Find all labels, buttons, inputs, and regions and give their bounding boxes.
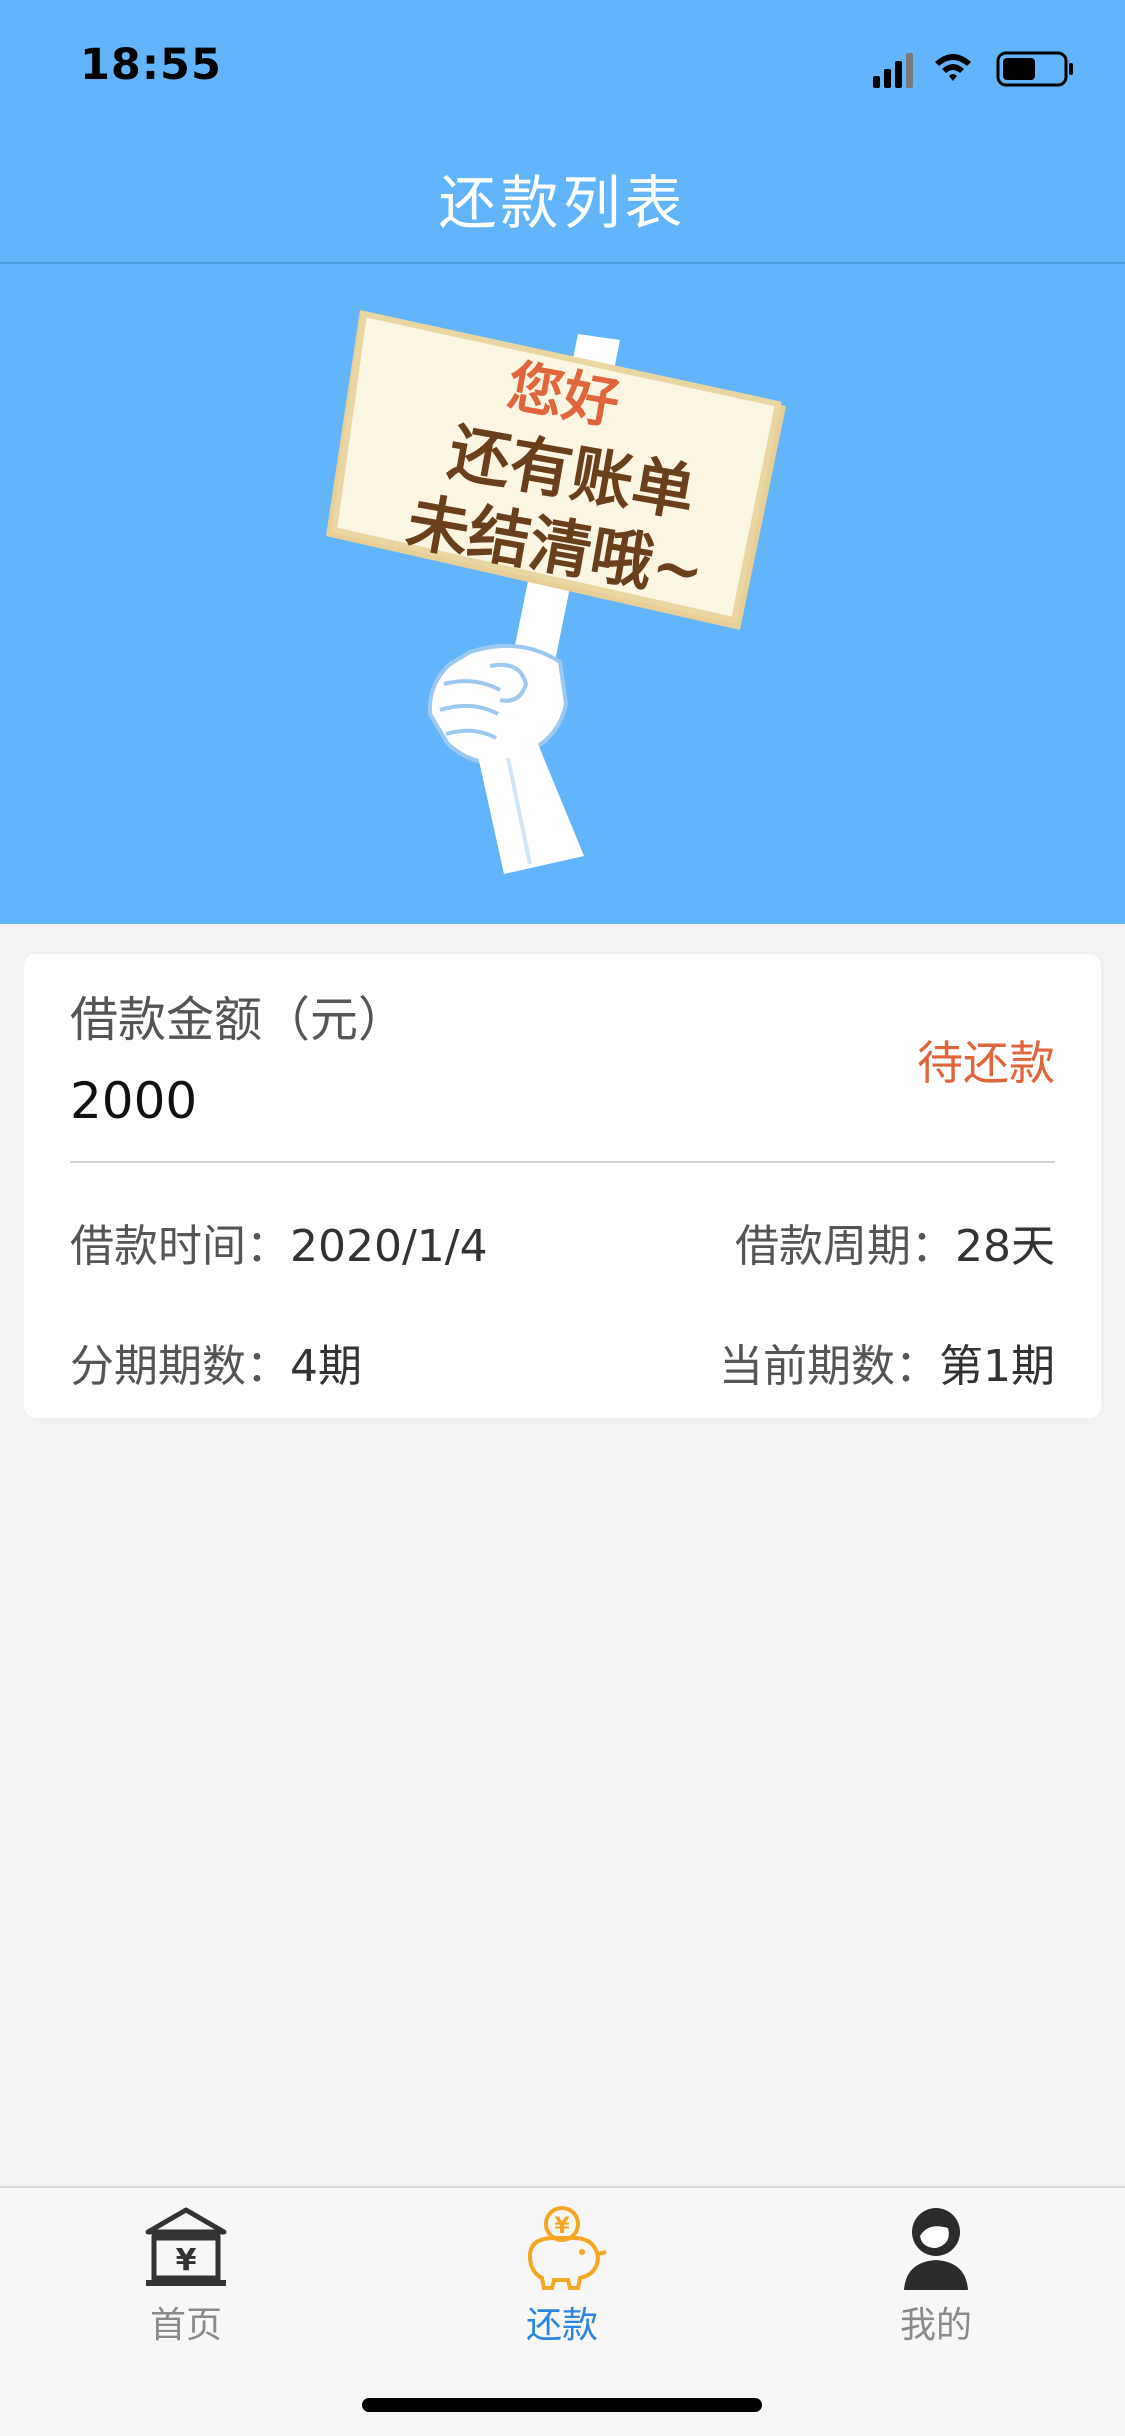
status-badge: 待还款 <box>917 1036 1055 1090</box>
installments: 分期期数：4期 <box>70 1330 362 1394</box>
svg-text:¥: ¥ <box>554 2214 570 2239</box>
piggy-bank-icon: ¥ <box>527 2206 607 2290</box>
amount-value: 2000 <box>70 1072 198 1130</box>
signal-icon <box>873 53 913 88</box>
installments-label: 分期期数： <box>70 1341 290 1392</box>
loan-time-label: 借款时间： <box>70 1221 290 1272</box>
loan-time: 借款时间：2020/1/4 <box>70 1210 488 1274</box>
loan-period-label: 借款周期： <box>735 1221 955 1272</box>
loan-period-value: 28天 <box>955 1221 1055 1272</box>
page-title: 还款列表 <box>438 169 687 237</box>
tab-mine[interactable]: 我的 <box>816 2202 1056 2352</box>
bank-yuan-icon: ¥ <box>145 2207 227 2286</box>
battery-icon <box>996 51 1073 87</box>
status-bar: 18:55 <box>0 0 1125 132</box>
tab-home[interactable]: ¥ 首页 <box>66 2202 306 2352</box>
tab-repay[interactable]: ¥ 还款 <box>442 2202 682 2352</box>
user-icon <box>904 2208 968 2290</box>
divider <box>70 1161 1055 1163</box>
hand-icon <box>427 643 584 874</box>
installments-value: 4期 <box>290 1341 362 1392</box>
wifi-icon <box>935 54 971 81</box>
status-icons <box>873 48 1083 92</box>
current-period: 当前期数：第1期 <box>719 1330 1055 1394</box>
tab-home-label: 首页 <box>149 2305 222 2346</box>
loan-card[interactable]: 借款金额（元） 2000 待还款 借款时间：2020/1/4 借款周期：28天 … <box>24 954 1101 1418</box>
status-time: 18:55 <box>80 40 222 90</box>
current-period-label: 当前期数： <box>719 1341 939 1392</box>
banner: 您好 还有账单 未结清哦~ <box>0 264 1125 924</box>
tab-mine-label: 我的 <box>899 2305 972 2346</box>
nav-bar: 还款列表 <box>0 132 1125 264</box>
reminder-sign-illustration: 您好 还有账单 未结清哦~ <box>326 310 786 874</box>
current-period-value: 第1期 <box>939 1341 1055 1392</box>
loan-time-value: 2020/1/4 <box>290 1221 488 1272</box>
tab-repay-label: 还款 <box>525 2305 598 2346</box>
home-indicator[interactable] <box>362 2398 762 2412</box>
loan-period: 借款周期：28天 <box>735 1210 1055 1274</box>
amount-label: 借款金额（元） <box>70 992 407 1048</box>
svg-text:¥: ¥ <box>176 2243 197 2278</box>
